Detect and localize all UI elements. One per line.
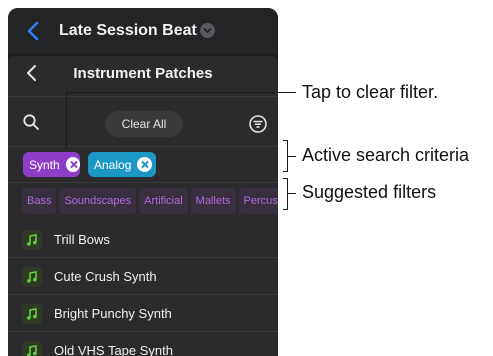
callout-bracket <box>283 140 288 141</box>
filter-icon[interactable] <box>248 114 268 134</box>
callout-bracket <box>287 178 288 210</box>
music-note-icon <box>22 267 42 287</box>
callout-tap-clear: Tap to clear filter. <box>302 82 439 102</box>
suggested-filter-bass[interactable]: Bass <box>22 188 57 214</box>
list-item[interactable]: Cute Crush Synth <box>8 261 278 298</box>
list-item[interactable]: Old VHS Tape Synth <box>8 335 278 356</box>
chevron-down-icon[interactable] <box>200 23 215 38</box>
callout-line <box>287 156 296 157</box>
divider <box>8 257 278 258</box>
suggested-filter-mallets[interactable]: Mallets <box>190 188 236 214</box>
divider <box>8 96 278 97</box>
chip-label: Analog <box>94 157 132 172</box>
callout-bracket <box>283 178 288 179</box>
callout-suggested: Suggested filters <box>302 182 437 202</box>
active-filter-analog[interactable]: Analog <box>88 152 156 177</box>
suggested-filter-percussion[interactable]: Percussion <box>238 188 278 214</box>
callout-line <box>66 92 67 148</box>
callout-bracket <box>283 209 288 210</box>
patch-name: Cute Crush Synth <box>54 269 157 284</box>
sheet-title: Instrument Patches <box>73 65 213 82</box>
music-note-icon <box>22 304 42 324</box>
suggested-filter-artificial[interactable]: Artificial <box>139 188 188 214</box>
close-icon[interactable] <box>65 157 80 172</box>
app-panel: Late Session Beat Instrument Patches Cle… <box>8 8 278 356</box>
music-note-icon <box>22 230 42 250</box>
back-chevron-icon[interactable] <box>26 21 40 41</box>
callout-line <box>287 193 296 194</box>
divider <box>8 294 278 295</box>
search-icon[interactable] <box>22 113 40 131</box>
active-filter-synth[interactable]: Synth <box>23 152 80 177</box>
callout-active-criteria: Active search criteria <box>302 145 470 165</box>
divider <box>8 331 278 332</box>
clear-all-button[interactable]: Clear All <box>105 111 183 137</box>
chip-label: Synth <box>29 157 60 172</box>
callout-bracket <box>283 171 288 172</box>
list-item[interactable]: Trill Bows <box>8 224 278 261</box>
instrument-patches-sheet: Instrument Patches Clear All Synth Analo… <box>8 56 278 356</box>
callout-line <box>66 92 296 93</box>
divider <box>8 182 278 183</box>
divider <box>8 146 278 147</box>
patch-name: Trill Bows <box>54 232 110 247</box>
song-title[interactable]: Late Session Beat <box>59 21 197 41</box>
suggested-filter-soundscapes[interactable]: Soundscapes <box>59 188 137 214</box>
song-header: Late Session Beat <box>8 8 278 54</box>
close-icon[interactable] <box>137 157 153 172</box>
suggested-filters-row[interactable]: BassSoundscapesArtificialMalletsPercussi… <box>22 186 278 216</box>
list-item[interactable]: Bright Punchy Synth <box>8 298 278 335</box>
patch-name: Old VHS Tape Synth <box>54 343 173 356</box>
music-note-icon <box>22 341 42 356</box>
patch-name: Bright Punchy Synth <box>54 306 172 321</box>
